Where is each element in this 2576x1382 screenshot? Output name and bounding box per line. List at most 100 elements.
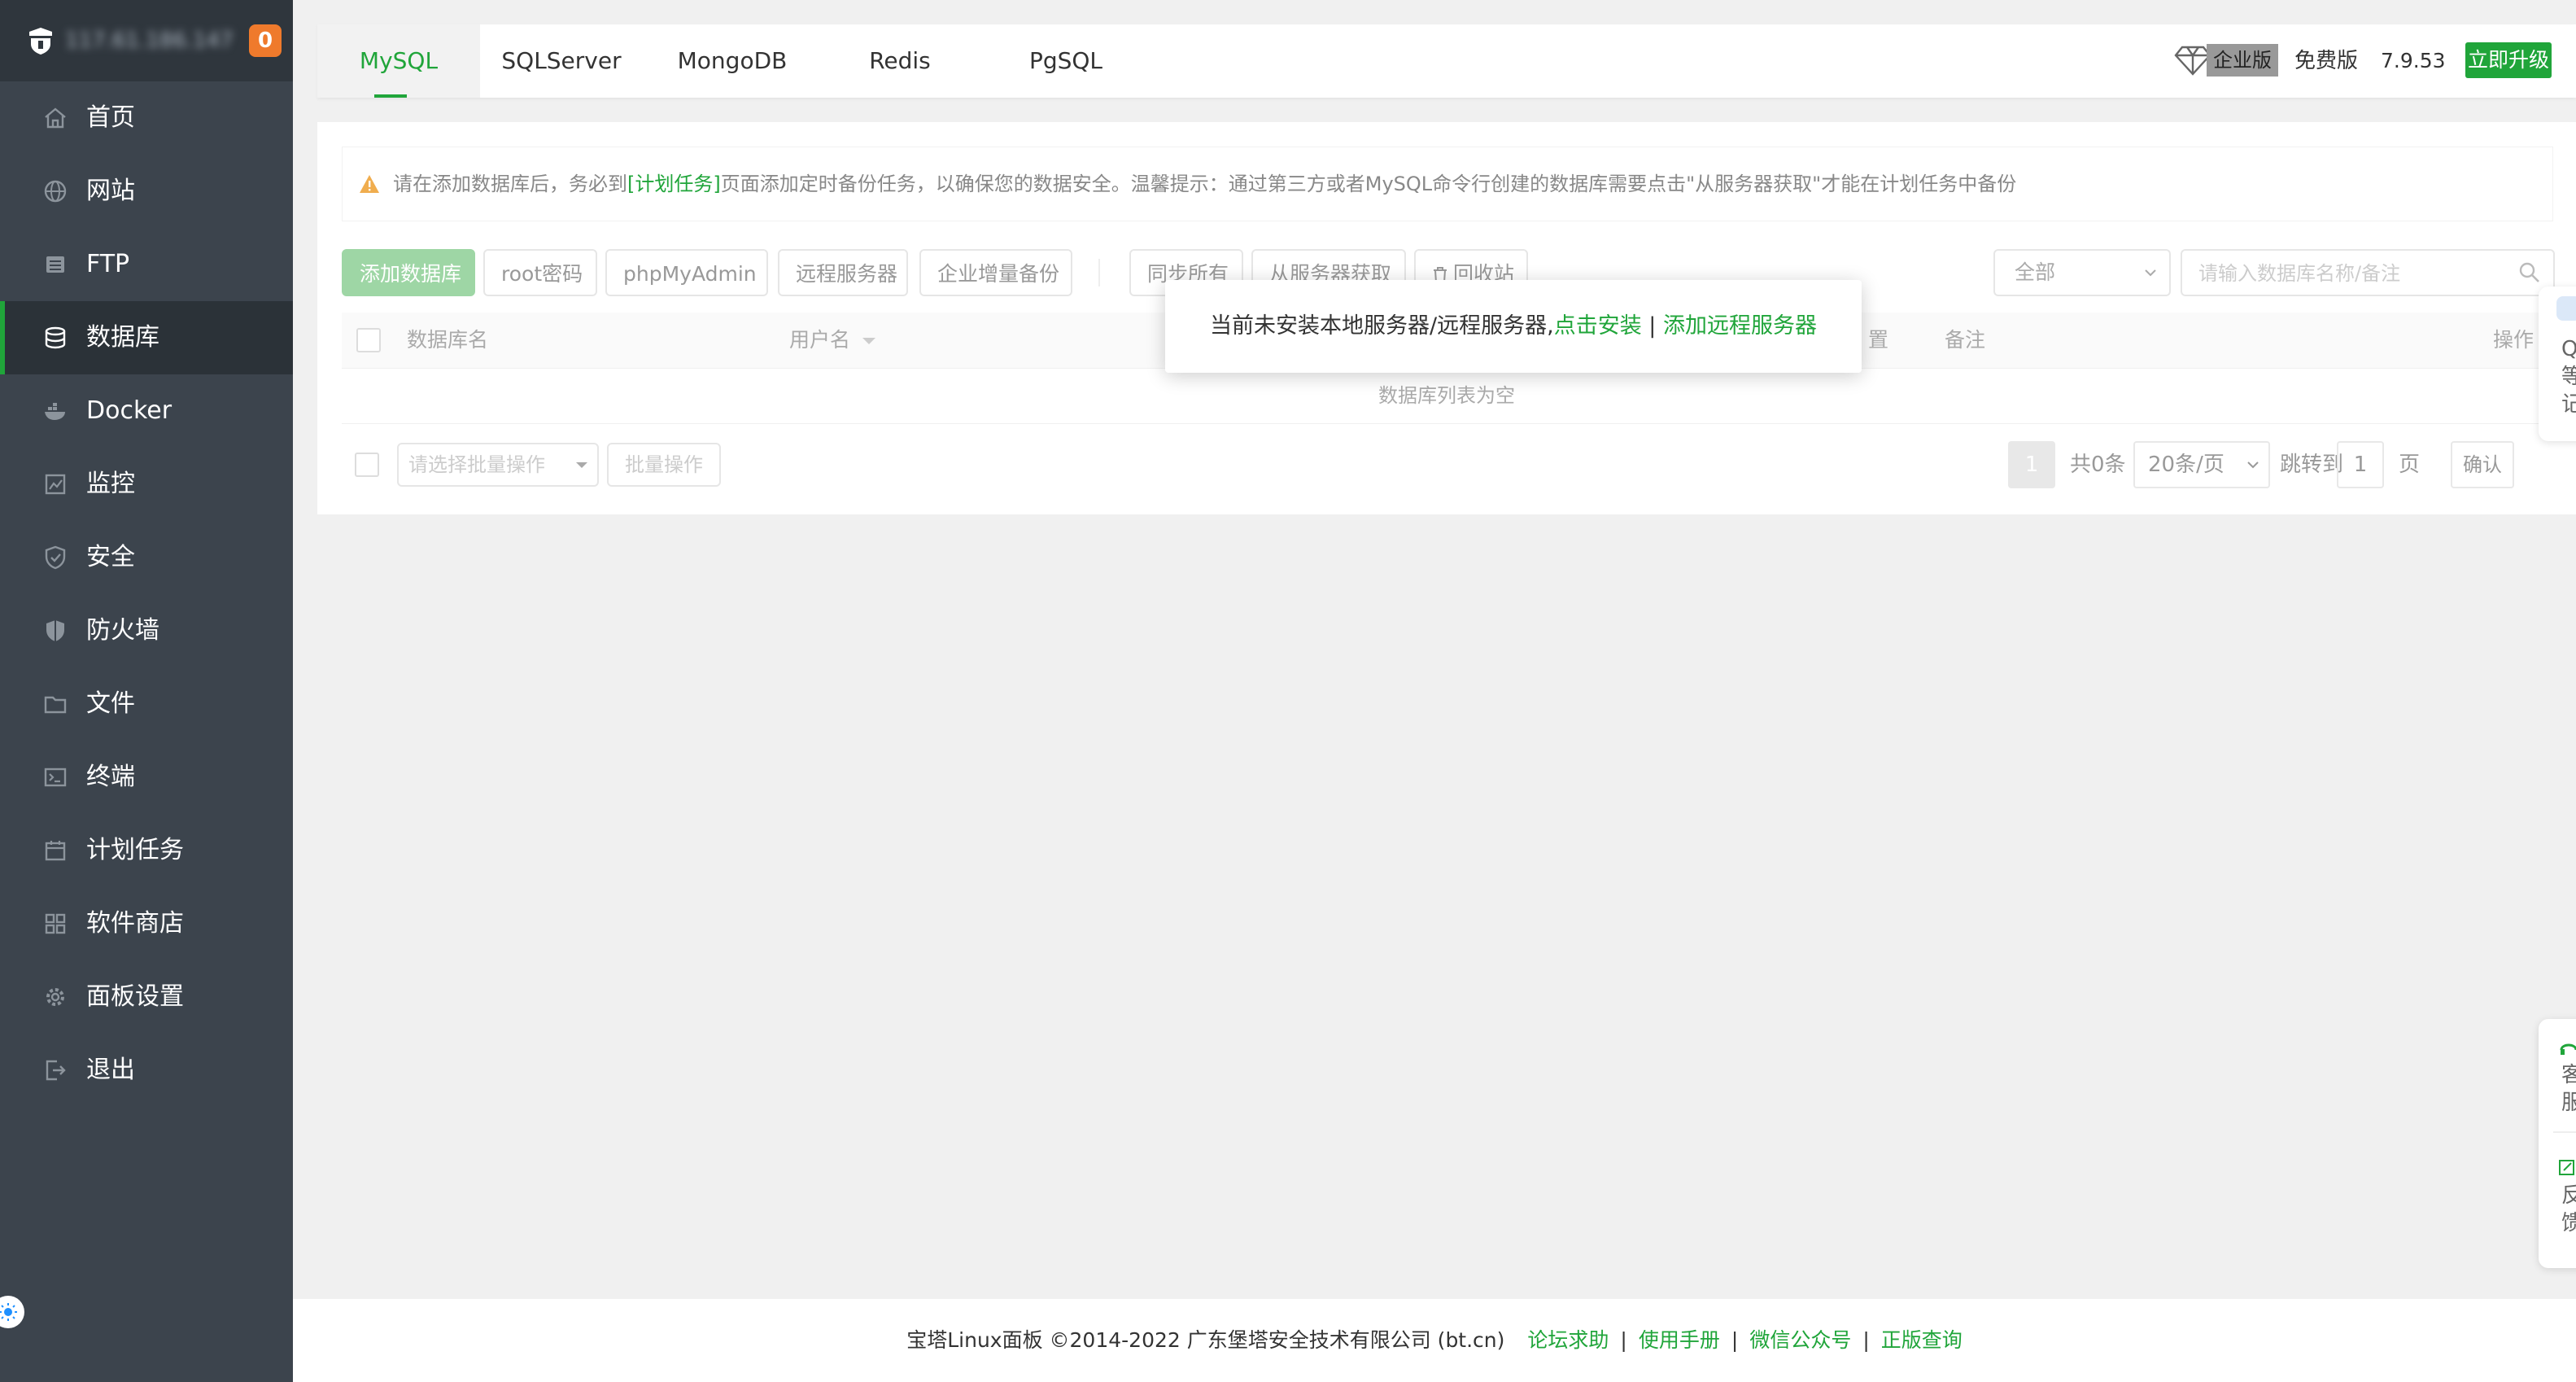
float-qa-panel[interactable]: Q 等 记 [2539, 286, 2576, 441]
sidebar-item-label: 监控 [86, 470, 135, 498]
db-category-value: 全部 [2015, 260, 2056, 284]
cron-task-link[interactable]: [计划任务] [627, 173, 721, 195]
upgrade-button[interactable]: 立即升级 [2465, 42, 2552, 78]
sidebar-item-settings[interactable]: 面板设置 [0, 960, 293, 1034]
firewall-icon [42, 618, 68, 644]
sidebar-item-website[interactable]: 网站 [0, 155, 293, 228]
chevron-down-icon [2145, 269, 2156, 277]
sidebar-item-files[interactable]: 文件 [0, 667, 293, 741]
sidebar-nav: 首页 网站 FTP 数据库 Docker 监控 安全 防火墙 文件 终端 计划任… [0, 81, 293, 1107]
shield-icon [42, 544, 68, 571]
batch-operation-button[interactable]: 批量操作 [607, 443, 721, 487]
page-unit-label: 页 [2399, 453, 2421, 477]
sidebar-item-database[interactable]: 数据库 [0, 301, 293, 374]
remote-server-button[interactable]: 远程服务器 [778, 249, 908, 296]
sidebar-item-label: 网站 [86, 177, 135, 205]
alert-prefix: 请在添加数据库后，务必到 [393, 173, 627, 195]
col-username[interactable]: 用户名 [789, 313, 876, 368]
sidebar-item-cron[interactable]: 计划任务 [0, 814, 293, 887]
sidebar-item-label: 文件 [86, 689, 135, 718]
float-divider [2553, 1131, 2576, 1133]
tab-mysql[interactable]: MySQL [317, 24, 480, 98]
batch-operation-placeholder: 请选择批量操作 [408, 453, 545, 476]
sidebar-item-label: 数据库 [86, 323, 159, 352]
page-jump-input[interactable]: 1 [2337, 441, 2384, 488]
sidebar-item-firewall[interactable]: 防火墙 [0, 594, 293, 667]
add-remote-server-link[interactable]: 添加远程服务器 [1663, 313, 1817, 339]
col-position: 置 [1868, 328, 1889, 352]
chevron-down-icon [2247, 461, 2259, 469]
forum-link[interactable]: 论坛求助 [1527, 1328, 1609, 1352]
support-icon [2558, 1039, 2576, 1061]
tab-redis[interactable]: Redis [819, 24, 981, 98]
folder-icon [42, 691, 68, 717]
terminal-icon [42, 764, 68, 790]
footer-content: 宝塔Linux面板 ©2014-2022 广东堡塔安全技术有限公司 (bt.cn… [906, 1328, 1963, 1352]
tab-pgsql[interactable]: PgSQL [985, 24, 1147, 98]
sidebar-item-label: 退出 [86, 1056, 135, 1084]
logout-icon [42, 1057, 68, 1083]
db-category-select[interactable]: 全部 [1993, 249, 2171, 296]
chat-icon [2556, 296, 2576, 321]
wechat-link[interactable]: 微信公众号 [1749, 1328, 1851, 1352]
alert-text: 请在添加数据库后，务必到[计划任务]页面添加定时备份任务，以确保您的数据安全。温… [393, 147, 2016, 221]
phpmyadmin-button[interactable]: phpMyAdmin [605, 249, 768, 296]
sidebar-item-label: FTP [86, 250, 130, 278]
sidebar-header: 117.61.186.147 0 [0, 0, 293, 81]
page-current[interactable]: 1 [2008, 441, 2055, 488]
sidebar-item-docker[interactable]: Docker [0, 374, 293, 448]
sort-down-icon [862, 338, 875, 344]
sidebar-item-monitor[interactable]: 监控 [0, 448, 293, 521]
install-link[interactable]: 点击安装 [1554, 313, 1642, 339]
home-icon [42, 105, 68, 131]
page-confirm-button[interactable]: 确认 [2451, 441, 2514, 488]
sidebar-item-security[interactable]: 安全 [0, 521, 293, 594]
monitor-icon [42, 471, 68, 497]
sidebar-item-logout[interactable]: 退出 [0, 1034, 293, 1107]
sidebar-item-ftp[interactable]: FTP [0, 228, 293, 301]
sidebar-item-label: 防火墙 [86, 616, 159, 645]
warning-icon [360, 175, 379, 193]
tab-sqlserver[interactable]: SQLServer [480, 24, 643, 98]
sidebar-item-home[interactable]: 首页 [0, 81, 293, 155]
app-store-icon [42, 911, 68, 937]
col-username-label: 用户名 [789, 328, 851, 352]
toolbar-divider [1098, 259, 1100, 286]
message-count-badge[interactable]: 0 [249, 24, 282, 57]
feedback-link[interactable]: 反 馈 [2561, 1182, 2576, 1237]
calendar-icon [42, 838, 68, 864]
batch-operation-select[interactable]: 请选择批量操作 [397, 443, 599, 487]
no-server-popup: 当前未安装本地服务器/远程服务器,点击安装 | 添加远程服务器 [1165, 280, 1862, 373]
sidebar-item-label: 终端 [86, 763, 135, 791]
edit-icon [2558, 1159, 2576, 1180]
search-icon[interactable] [2517, 260, 2542, 285]
sun-icon [0, 1303, 17, 1321]
theme-toggle[interactable] [0, 1296, 24, 1328]
float-service-panel: 客 服 反 馈 [2539, 1019, 2576, 1268]
license-check-link[interactable]: 正版查询 [1881, 1328, 1963, 1352]
customer-service-link[interactable]: 客 服 [2561, 1061, 2576, 1117]
batch-select-checkbox[interactable] [355, 453, 379, 477]
jump-label: 跳转到 [2280, 453, 2344, 477]
sidebar-item-terminal[interactable]: 终端 [0, 741, 293, 814]
enterprise-badge[interactable]: 企业版 [2207, 44, 2278, 77]
select-all-checkbox[interactable] [356, 328, 381, 352]
footer: 宝塔Linux面板 ©2014-2022 广东堡塔安全技术有限公司 (bt.cn… [293, 1299, 2576, 1382]
sidebar-item-label: 首页 [86, 103, 135, 132]
add-database-button[interactable]: 添加数据库 [342, 249, 475, 296]
page-size-value: 20条/页 [2148, 453, 2225, 477]
sidebar-item-label: 软件商店 [86, 909, 184, 938]
tab-mongodb[interactable]: MongoDB [651, 24, 814, 98]
root-password-button[interactable]: root密码 [483, 249, 597, 296]
total-count: 共0条 [2070, 453, 2126, 477]
gear-icon [42, 984, 68, 1010]
version-number: 7.9.53 [2381, 49, 2446, 72]
sidebar-item-app-store[interactable]: 软件商店 [0, 887, 293, 960]
search-input[interactable] [2182, 251, 2509, 296]
docker-icon [42, 398, 68, 424]
manual-link[interactable]: 使用手册 [1639, 1328, 1720, 1352]
alert-suffix: 页面添加定时备份任务，以确保您的数据安全。温馨提示：通过第三方或者MySQL命令… [720, 173, 2017, 195]
page-size-select[interactable]: 20条/页 [2133, 441, 2270, 488]
incremental-backup-button[interactable]: 企业增量备份 [919, 249, 1072, 296]
edition-label: 免费版 [2294, 49, 2359, 73]
